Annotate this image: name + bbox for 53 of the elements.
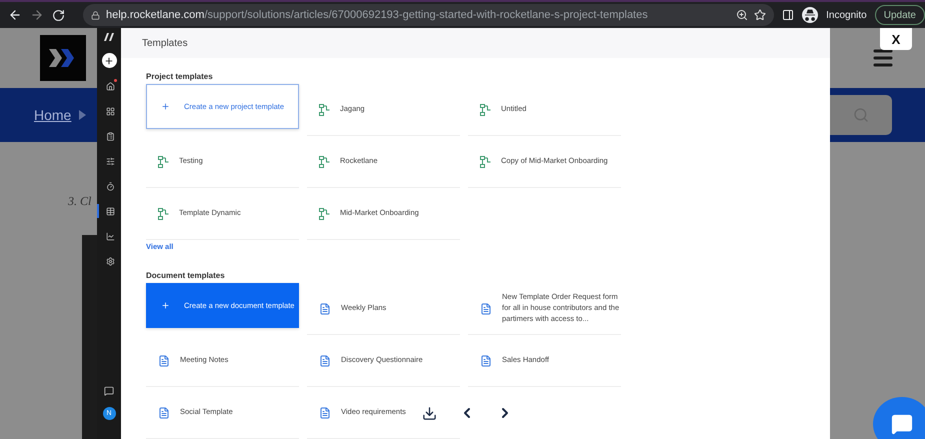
document-icon [319, 302, 331, 314]
flow-icon [480, 104, 491, 116]
nav-icon [106, 182, 114, 190]
address-bar[interactable]: help.rocketlane.com/support/solutions/articles/67000692193-getting-started-with-rocketlane-s-project-templates [83, 4, 774, 26]
add-button[interactable] [102, 53, 116, 68]
caret-icon [79, 110, 88, 120]
document-icon [480, 302, 492, 314]
nav-icon [106, 132, 114, 140]
zoom-icon[interactable] [736, 9, 748, 21]
document-icon [319, 406, 331, 418]
chat-bubble-icon [891, 413, 913, 435]
flow-icon [158, 156, 169, 168]
document-icon [158, 406, 170, 418]
document-icon [158, 354, 170, 366]
close-button[interactable]: X [880, 28, 912, 50]
url-text: help.rocketlane.com/support/solutions/articles/67000692193-getting-started-with-rocketlane-s-project-templates [106, 9, 649, 21]
plus-icon [104, 56, 114, 66]
plus-icon [161, 102, 170, 111]
flow-icon [480, 156, 491, 168]
bookmark-star-icon[interactable] [754, 9, 766, 21]
flow-icon [319, 156, 330, 168]
flow-icon [319, 208, 330, 220]
nav-icon [106, 156, 114, 166]
nav-icon [106, 232, 114, 240]
update-button[interactable]: Update [874, 5, 925, 25]
incognito-icon[interactable] [802, 7, 818, 23]
flow-icon [319, 104, 330, 116]
reload-icon[interactable] [52, 8, 65, 22]
document-icon [480, 354, 492, 366]
plus-icon [161, 301, 170, 310]
section-title: Document templates [146, 271, 226, 282]
notification-dot [114, 79, 117, 82]
nav-icon [106, 256, 114, 266]
back-icon[interactable] [8, 8, 22, 22]
nav-icon [106, 82, 114, 90]
search-icon [853, 107, 869, 123]
section-title: Project templates [146, 72, 214, 83]
flow-icon [158, 208, 169, 220]
download-icon [422, 406, 437, 420]
chat-icon[interactable] [104, 386, 114, 396]
download-button[interactable] [422, 406, 437, 420]
sidebar-icon[interactable] [782, 9, 794, 21]
forward-icon[interactable] [30, 8, 44, 22]
nav-icon [106, 106, 114, 116]
step-text: 3. Cl [68, 194, 92, 209]
panel-title: Templates [142, 38, 188, 48]
app-logo-icon [103, 32, 115, 42]
lock-icon [91, 10, 100, 20]
logo-icon [40, 35, 86, 81]
profile-label: Incognito [826, 10, 867, 20]
nav-icon [106, 206, 114, 216]
document-icon [319, 354, 331, 366]
home-link[interactable]: Home [34, 107, 72, 123]
